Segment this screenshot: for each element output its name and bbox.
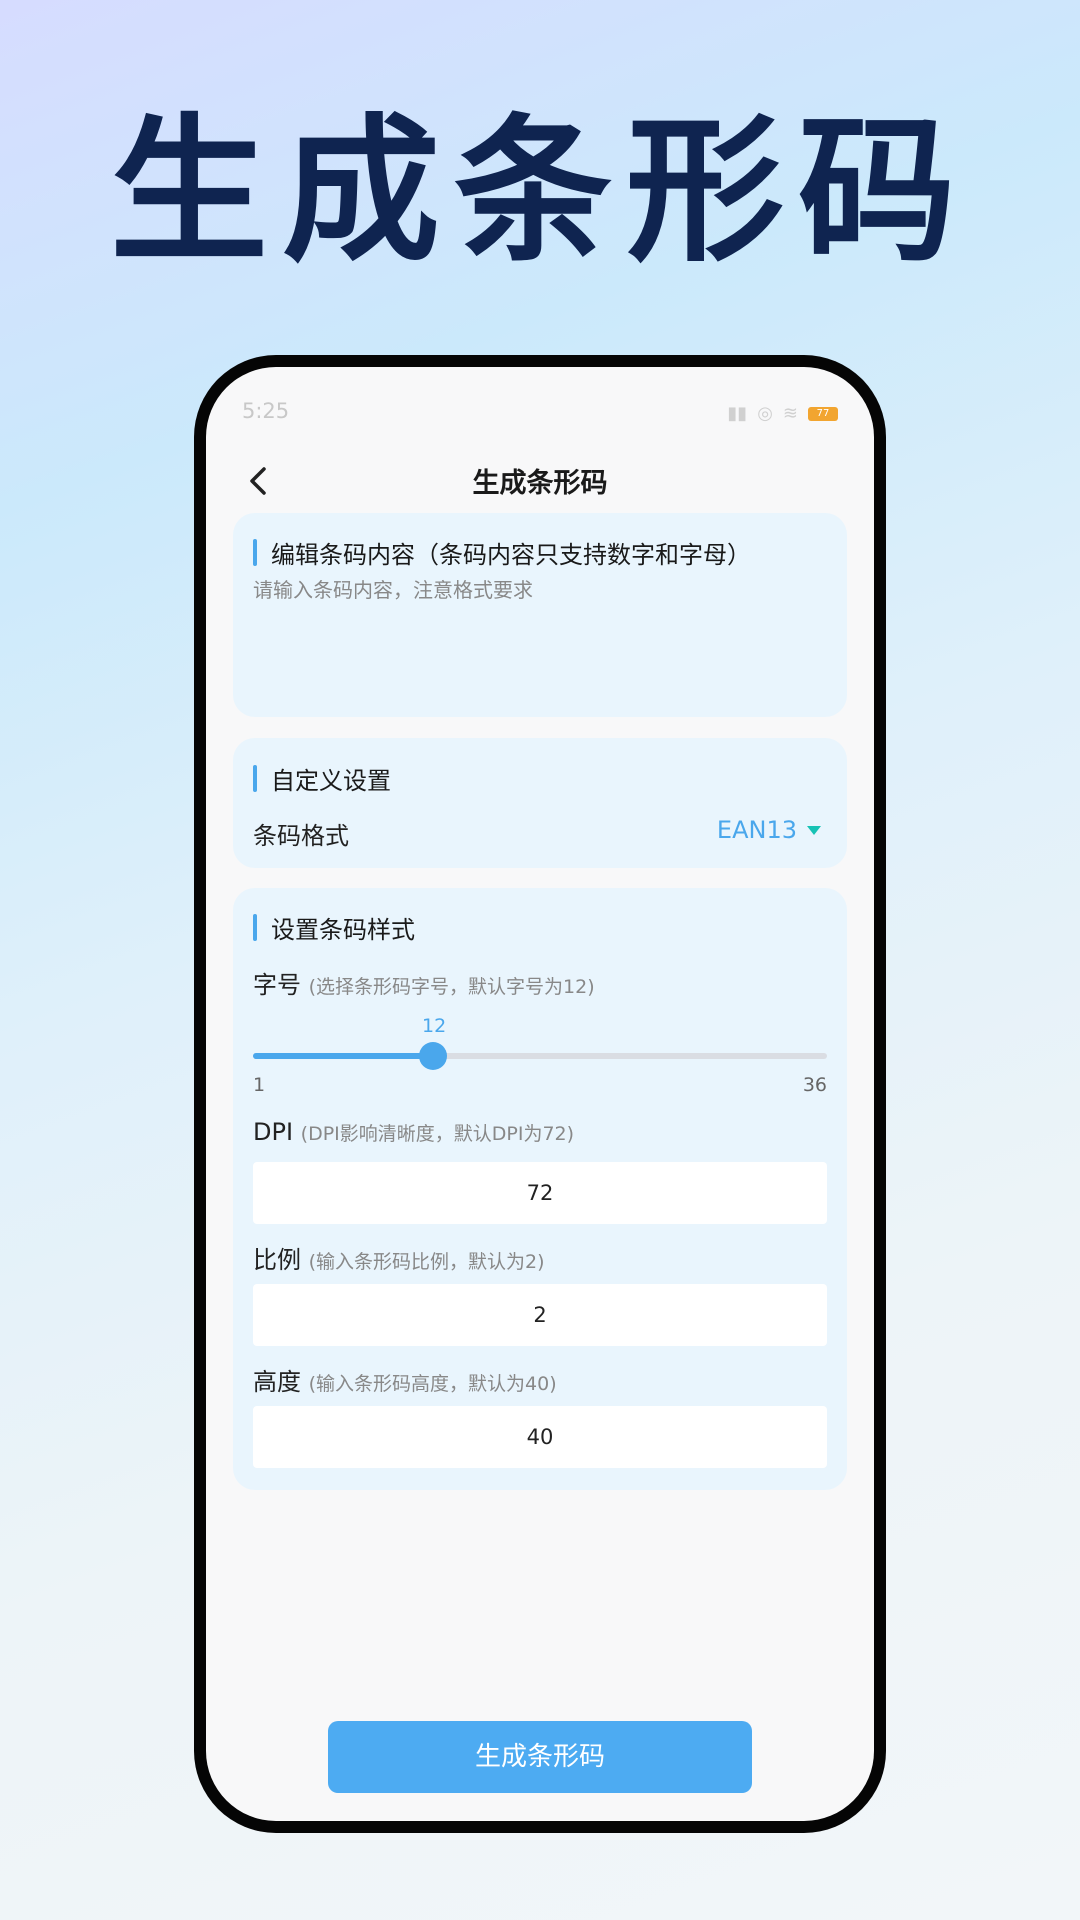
font-size-hint: (选择条形码字号，默认字号为12) <box>308 976 595 998</box>
font-size-slider[interactable] <box>253 1042 827 1070</box>
style-section-title: 设置条码样式 <box>271 916 415 944</box>
format-label: 条码格式 <box>253 822 349 850</box>
signal-icon: ▮▮ <box>727 403 748 424</box>
phone-screen: 5:25 ▮▮ ◎ ≋ 77 生成条形码 编辑条码内容（条码内容只支持数字和字母… <box>206 367 874 1821</box>
custom-settings-card: 自定义设置 条码格式 EAN13 <box>233 738 847 868</box>
section-marker <box>253 765 257 792</box>
section-marker <box>253 914 257 941</box>
slider-min-label: 1 <box>253 1074 266 1096</box>
slider-max-label: 36 <box>802 1074 827 1096</box>
height-label: 高度 <box>253 1368 301 1396</box>
font-size-label: 字号 <box>253 971 301 999</box>
slider-fill <box>253 1053 433 1059</box>
ratio-input[interactable]: 2 <box>253 1284 827 1346</box>
phone-frame: 5:25 ▮▮ ◎ ≋ 77 生成条形码 编辑条码内容（条码内容只支持数字和字母… <box>194 355 886 1833</box>
font-size-value: 12 <box>422 1015 447 1037</box>
status-bar: 5:25 ▮▮ ◎ ≋ 77 <box>242 399 838 429</box>
format-value: EAN13 <box>716 816 797 844</box>
status-time: 5:25 <box>242 399 290 423</box>
font-size-label-row: 字号 (选择条形码字号，默认字号为12) <box>253 965 595 1000</box>
custom-section-title: 自定义设置 <box>271 767 391 795</box>
height-hint: (输入条形码高度，默认为40) <box>308 1373 557 1395</box>
dropdown-arrow-icon <box>807 825 821 835</box>
dpi-hint: (DPI影响清晰度，默认DPI为72) <box>300 1123 575 1145</box>
style-section-header: 设置条码样式 <box>253 910 415 945</box>
style-settings-card: 设置条码样式 字号 (选择条形码字号，默认字号为12) 12 1 36 DPI … <box>233 888 847 1490</box>
ratio-label-row: 比例 (输入条形码比例，默认为2) <box>253 1240 545 1275</box>
height-label-row: 高度 (输入条形码高度，默认为40) <box>253 1362 557 1397</box>
content-section-header: 编辑条码内容（条码内容只支持数字和字母） <box>253 535 751 570</box>
section-marker <box>253 539 257 566</box>
custom-section-header: 自定义设置 <box>253 761 391 796</box>
height-input[interactable]: 40 <box>253 1406 827 1468</box>
dpi-label: DPI <box>253 1118 294 1146</box>
content-card: 编辑条码内容（条码内容只支持数字和字母） 请输入条码内容，注意格式要求 <box>233 513 847 717</box>
hero-title: 生成条形码 <box>110 100 970 284</box>
status-icons: ▮▮ ◎ ≋ 77 <box>727 403 838 424</box>
alarm-icon: ◎ <box>757 403 773 424</box>
dpi-input[interactable]: 72 <box>253 1162 827 1224</box>
ratio-label: 比例 <box>253 1246 301 1274</box>
format-dropdown[interactable]: EAN13 <box>717 816 821 844</box>
generate-barcode-button[interactable]: 生成条形码 <box>328 1721 752 1793</box>
barcode-content-input[interactable]: 请输入条码内容，注意格式要求 <box>253 574 533 603</box>
wifi-icon: ≋ <box>782 403 798 424</box>
battery-icon: 77 <box>808 406 838 421</box>
ratio-hint: (输入条形码比例，默认为2) <box>308 1251 545 1273</box>
slider-thumb[interactable] <box>418 1042 447 1070</box>
page-title: 生成条形码 <box>472 468 608 499</box>
content-section-title: 编辑条码内容（条码内容只支持数字和字母） <box>271 541 751 569</box>
dpi-label-row: DPI (DPI影响清晰度，默认DPI为72) <box>253 1118 574 1146</box>
